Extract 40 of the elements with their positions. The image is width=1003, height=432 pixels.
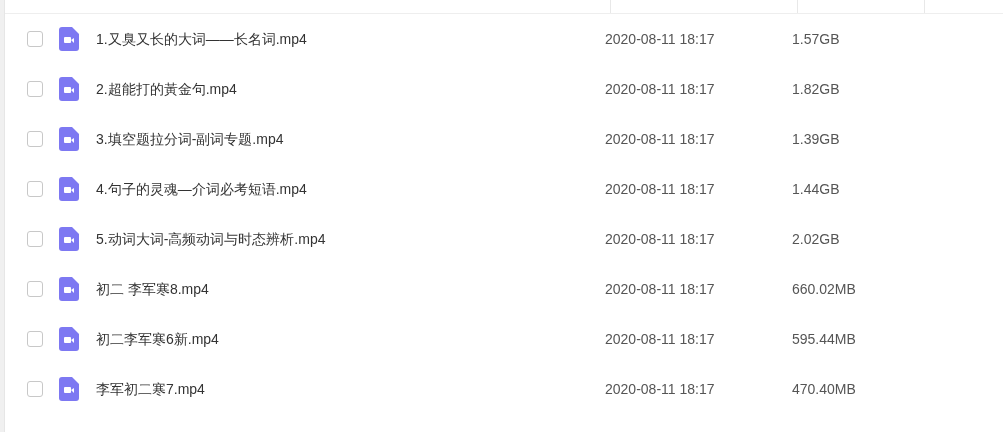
- checkbox[interactable]: [27, 131, 43, 147]
- file-name[interactable]: 2.超能打的黃金句.mp4: [96, 78, 605, 100]
- file-size: 595.44MB: [792, 329, 856, 349]
- checkbox[interactable]: [27, 181, 43, 197]
- checkbox[interactable]: [27, 381, 43, 397]
- modified-date: 2020-08-11 18:17: [605, 229, 716, 249]
- checkbox[interactable]: [27, 231, 43, 247]
- modified-date: 2020-08-11 18:17: [605, 129, 716, 149]
- file-name[interactable]: 5.动词大词-高频动词与时态辨析.mp4: [96, 228, 605, 250]
- video-file-icon: [59, 227, 79, 251]
- checkbox[interactable]: [27, 31, 43, 47]
- file-size: 1.57GB: [792, 29, 840, 49]
- file-size: 1.82GB: [792, 79, 840, 99]
- video-file-icon: [59, 377, 79, 401]
- file-size: 1.44GB: [792, 179, 840, 199]
- file-name[interactable]: 3.填空题拉分词-副词专题.mp4: [96, 128, 605, 150]
- modified-date: 2020-08-11 18:17: [605, 179, 716, 199]
- file-name[interactable]: 1.又臭又长的大词——长名词.mp4: [96, 28, 605, 50]
- modified-date: 2020-08-11 18:17: [605, 279, 716, 299]
- file-name[interactable]: 初二 李军寒8.mp4: [96, 278, 605, 300]
- modified-date: 2020-08-11 18:17: [605, 379, 716, 399]
- video-file-icon: [59, 77, 79, 101]
- checkbox[interactable]: [27, 281, 43, 297]
- file-name[interactable]: 初二李军寒6新.mp4: [96, 328, 605, 350]
- video-file-icon: [59, 177, 79, 201]
- file-name[interactable]: 李军初二寒7.mp4: [96, 378, 605, 400]
- modified-date: 2020-08-11 18:17: [605, 79, 716, 99]
- file-size: 660.02MB: [792, 279, 856, 299]
- checkbox[interactable]: [27, 331, 43, 347]
- video-file-icon: [59, 127, 79, 151]
- video-file-icon: [59, 27, 79, 51]
- video-file-icon: [59, 327, 79, 351]
- modified-date: 2020-08-11 18:17: [605, 29, 716, 49]
- checkbox[interactable]: [27, 81, 43, 97]
- video-file-icon: [59, 277, 79, 301]
- file-size: 2.02GB: [792, 229, 840, 249]
- file-name[interactable]: 4.句子的灵魂—介词必考短语.mp4: [96, 178, 605, 200]
- file-size: 470.40MB: [792, 379, 856, 399]
- file-size: 1.39GB: [792, 129, 840, 149]
- modified-date: 2020-08-11 18:17: [605, 329, 716, 349]
